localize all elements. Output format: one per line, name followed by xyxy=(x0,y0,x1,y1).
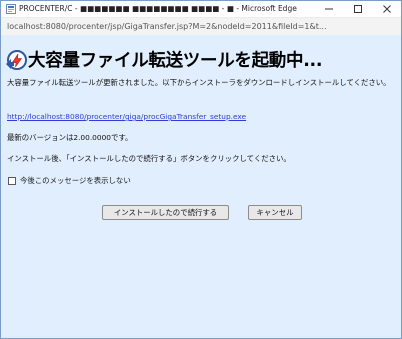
page-content: 大容量ファイル転送ツールを起動中... 大容量ファイル転送ツールが更新されました… xyxy=(1,35,401,338)
close-button[interactable] xyxy=(373,1,401,17)
minimize-button[interactable] xyxy=(315,1,343,17)
cancel-button[interactable]: キャンセル xyxy=(248,205,302,220)
version-text: 最新のバージョンは2.00.0000です。 xyxy=(7,133,133,142)
dont-show-again-checkbox[interactable] xyxy=(8,176,16,185)
address-url[interactable]: localhost:8080/procenter/jsp/GigaTransfe… xyxy=(7,20,395,33)
intro-text: 大容量ファイル転送ツールが更新されました。以下からインストーラをダウンロードしイ… xyxy=(7,78,391,87)
minimize-icon xyxy=(325,8,333,10)
transfer-icon xyxy=(6,49,27,70)
address-bar[interactable]: localhost:8080/procenter/jsp/GigaTransfe… xyxy=(1,17,401,36)
title-bar: PROCENTER/C - ■■■■■■■ ■■■■■■■■ ■■■■ - ■ … xyxy=(1,1,401,17)
instruction-text: インストール後、「インストールしたので続行する」ボタンをクリックしてください。 xyxy=(7,154,291,163)
dont-show-again-label[interactable]: 今後このメッセージを表示しない xyxy=(20,175,131,186)
maximize-button[interactable] xyxy=(344,1,372,17)
browser-window: PROCENTER/C - ■■■■■■■ ■■■■■■■■ ■■■■ - ■ … xyxy=(0,0,402,339)
window-title: PROCENTER/C - ■■■■■■■ ■■■■■■■■ ■■■■ - ■ … xyxy=(19,4,297,13)
download-link[interactable]: http://localhost:8080/procenter/giga/pro… xyxy=(7,111,395,122)
close-icon xyxy=(383,5,391,13)
page-heading: 大容量ファイル転送ツールを起動中... xyxy=(5,47,323,72)
continue-after-install-button[interactable]: インストールしたので続行する xyxy=(102,205,229,220)
app-icon xyxy=(6,4,16,14)
dont-show-again-option[interactable]: 今後このメッセージを表示しない xyxy=(8,175,131,186)
page-title: 大容量ファイル転送ツールを起動中... xyxy=(28,51,323,71)
maximize-icon xyxy=(354,5,362,13)
